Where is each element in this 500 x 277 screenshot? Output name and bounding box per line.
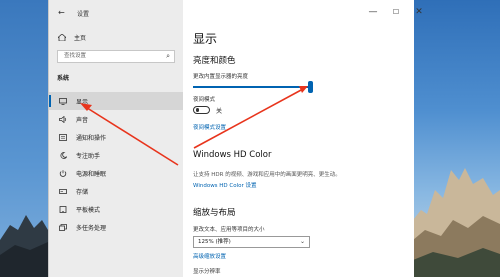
scale-dropdown[interactable]: 125% (推荐) ⌄	[193, 236, 310, 248]
sidebar-item-label: 声音	[76, 116, 89, 124]
sidebar-item-sound[interactable]: 声音	[49, 110, 183, 128]
hdr-heading: Windows HD Color	[193, 150, 272, 160]
desktop-wallpaper-right	[413, 0, 500, 277]
toggle-knob	[195, 108, 199, 112]
scale-heading: 缩放与布局	[193, 208, 236, 218]
sidebar-item-focus-assist[interactable]: 专注助手	[49, 146, 183, 164]
close-button[interactable]: ✕	[412, 6, 426, 18]
search-icon: ⌕	[166, 52, 170, 60]
sidebar-item-tablet-mode[interactable]: 平板模式	[49, 200, 183, 218]
brightness-slider-track[interactable]	[193, 86, 311, 88]
sidebar-item-label: 存储	[76, 188, 89, 196]
sidebar-item-display[interactable]: 显示	[49, 92, 183, 110]
window-title: 设置	[77, 11, 90, 18]
page-title: 显示	[193, 32, 218, 46]
sidebar-item-storage[interactable]: 存储	[49, 182, 183, 200]
night-mode-toggle[interactable]	[193, 106, 210, 114]
storage-icon	[59, 188, 67, 194]
monitor-icon	[59, 97, 67, 105]
wallpaper-mountain-right	[413, 168, 500, 277]
multitask-icon	[59, 223, 67, 231]
sidebar-item-label: 通知和操作	[76, 134, 107, 142]
sidebar-item-notifications[interactable]: 通知和操作	[49, 128, 183, 146]
notification-icon	[59, 133, 67, 141]
minimize-button[interactable]: —	[366, 6, 380, 18]
sidebar-item-label: 电源和睡眠	[76, 170, 107, 178]
speaker-icon	[59, 115, 67, 123]
brightness-heading: 亮度和颜色	[193, 56, 236, 66]
settings-sidebar: ← 设置 主页 查找设置 ⌕ 系统 显示 声音 通知和操作 专注助手 电源和睡眠…	[49, 0, 183, 277]
maximize-button[interactable]: ☐	[389, 6, 403, 18]
sidebar-item-label: 显示	[76, 98, 89, 106]
tablet-icon	[59, 205, 67, 213]
wallpaper-mountain-left	[0, 215, 48, 277]
night-mode-state: 关	[216, 108, 223, 115]
night-mode-settings-link[interactable]: 夜间模式设置	[193, 123, 226, 131]
sidebar-section-system: 系统	[57, 75, 70, 82]
sidebar-item-label: 平板模式	[76, 206, 101, 214]
hdr-description: 让支持 HDR 的视频、游戏和应用中的画面更明亮、更生动。	[193, 172, 341, 178]
brightness-slider-thumb[interactable]	[308, 81, 313, 93]
search-input[interactable]: 查找设置 ⌕	[57, 50, 175, 63]
scale-dropdown-value: 125% (推荐)	[198, 239, 231, 245]
advanced-scale-link[interactable]: 高级缩放设置	[193, 252, 226, 260]
settings-window: ← 设置 主页 查找设置 ⌕ 系统 显示 声音 通知和操作 专注助手 电源和睡眠…	[48, 0, 423, 277]
home-label: 主页	[74, 35, 87, 42]
desktop-wallpaper-left	[0, 0, 48, 277]
home-link[interactable]: 主页	[58, 33, 86, 42]
sidebar-item-label: 多任务处理	[76, 224, 107, 232]
power-icon	[59, 169, 67, 177]
sidebar-item-multitasking[interactable]: 多任务处理	[49, 218, 183, 236]
scale-label: 更改文本、应用等项目的大小	[193, 227, 265, 233]
search-placeholder: 查找设置	[64, 53, 87, 59]
resolution-label: 显示分辨率	[193, 269, 221, 275]
sidebar-item-power-sleep[interactable]: 电源和睡眠	[49, 164, 183, 182]
chevron-down-icon: ⌄	[299, 238, 305, 245]
back-arrow-icon[interactable]: ←	[58, 8, 65, 17]
night-mode-label: 夜间模式	[193, 97, 216, 103]
brightness-label: 更改内置显示器的亮度	[193, 74, 249, 80]
moon-icon	[60, 151, 67, 159]
settings-content: — ☐ ✕ 显示 亮度和颜色 更改内置显示器的亮度 夜间模式 关 夜间模式设置 …	[183, 0, 423, 277]
hdr-settings-link[interactable]: Windows HD Color 设置	[193, 181, 257, 189]
sidebar-item-label: 专注助手	[76, 152, 101, 160]
home-icon	[58, 34, 66, 41]
